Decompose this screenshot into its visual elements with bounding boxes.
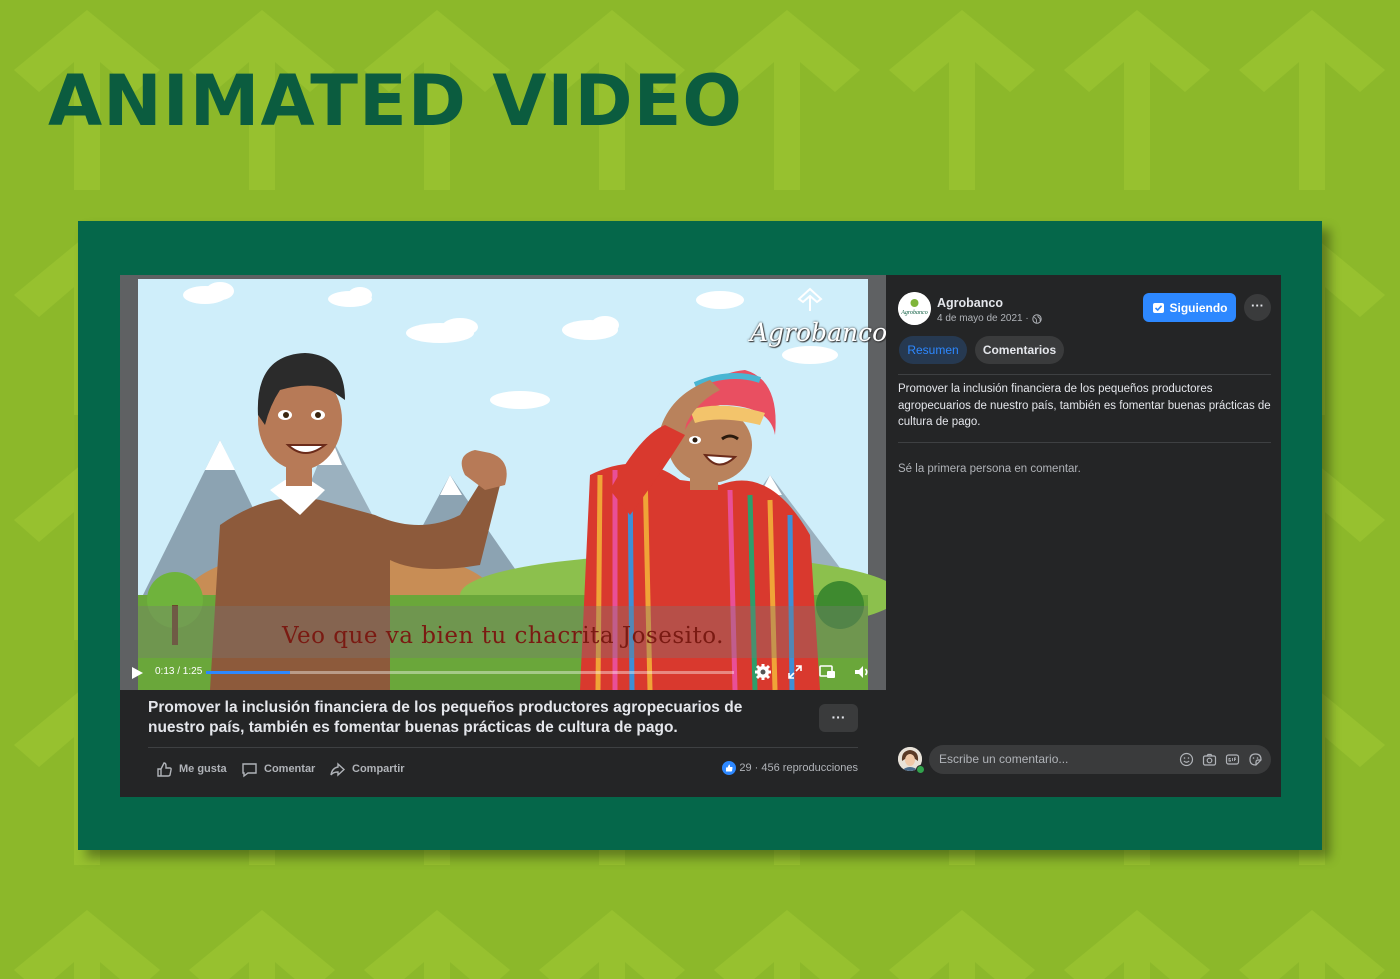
play-icon[interactable] bbox=[132, 667, 143, 679]
agrobanco-leaf-icon bbox=[797, 287, 823, 311]
expand-icon[interactable] bbox=[786, 663, 804, 681]
page-avatar[interactable]: Agrobanco bbox=[898, 292, 931, 325]
share-label: Compartir bbox=[352, 763, 405, 775]
empty-comments-message: Sé la primera persona en comentar. bbox=[898, 463, 1081, 475]
camera-icon[interactable] bbox=[1202, 752, 1217, 767]
divider bbox=[898, 374, 1271, 375]
tab-comentarios[interactable]: Comentarios bbox=[975, 336, 1064, 364]
post-description: Promover la inclusión financiera de los … bbox=[148, 699, 743, 736]
agrobanco-logo-text: Agrobanco bbox=[750, 318, 886, 347]
comment-input[interactable]: Escribe un comentario... bbox=[939, 752, 1068, 766]
page-title: ANIMATED VIDEO bbox=[48, 60, 743, 142]
globe-icon bbox=[1032, 313, 1042, 324]
sticker-icon[interactable] bbox=[1248, 752, 1263, 767]
following-check-icon bbox=[1152, 303, 1164, 313]
tab-resumen[interactable]: Resumen bbox=[899, 336, 967, 364]
post-date-text: 4 de mayo de 2021 · bbox=[937, 313, 1029, 324]
video-player[interactable]: Agrobanco Veo que va bien tu chacrita Jo… bbox=[120, 275, 886, 690]
post-sidebar: Agrobanco Agrobanco 4 de mayo de 2021 · … bbox=[886, 275, 1281, 797]
page-name[interactable]: Agrobanco bbox=[937, 296, 1003, 310]
video-column: Agrobanco Veo que va bien tu chacrita Jo… bbox=[120, 275, 886, 797]
sidebar-more-button[interactable]: ··· bbox=[1244, 294, 1271, 321]
like-button[interactable]: Me gusta bbox=[156, 759, 227, 779]
share-icon bbox=[330, 761, 346, 777]
post-date[interactable]: 4 de mayo de 2021 · bbox=[937, 313, 1042, 324]
comment-input-box[interactable]: Escribe un comentario... bbox=[929, 745, 1271, 774]
emoji-icon[interactable] bbox=[1179, 752, 1194, 767]
following-button[interactable]: Siguiendo bbox=[1143, 293, 1236, 322]
video-progress-fill bbox=[206, 671, 291, 674]
settings-icon[interactable] bbox=[754, 663, 772, 681]
likes-count[interactable]: 29 bbox=[739, 762, 751, 774]
video-progress-bar[interactable] bbox=[206, 671, 734, 674]
like-reaction-icon bbox=[722, 761, 737, 775]
following-label: Siguiendo bbox=[1169, 300, 1228, 315]
thumbs-up-icon bbox=[157, 761, 172, 777]
facebook-video-post: Agrobanco Veo que va bien tu chacrita Jo… bbox=[120, 275, 1281, 797]
video-subtitle: Veo que va bien tu chacrita Josesito. bbox=[282, 623, 724, 649]
online-status-dot bbox=[916, 765, 925, 774]
agrobanco-watermark-logo: Agrobanco bbox=[750, 287, 886, 347]
comment-label: Comentar bbox=[264, 763, 316, 775]
divider bbox=[898, 442, 1271, 443]
agrobanco-avatar-logo: Agrobanco bbox=[898, 292, 931, 325]
video-frame: Agrobanco Veo que va bien tu chacrita Jo… bbox=[78, 221, 1322, 850]
volume-icon[interactable] bbox=[853, 663, 871, 681]
avatar-text: Agrobanco bbox=[900, 310, 927, 316]
comment-icon bbox=[242, 762, 257, 777]
views-count: · 456 reproducciones bbox=[754, 762, 858, 774]
like-label: Me gusta bbox=[179, 763, 227, 775]
video-time: 0:13 / 1:25 bbox=[155, 666, 203, 677]
post-more-button[interactable]: ··· bbox=[819, 704, 858, 732]
divider bbox=[148, 747, 858, 748]
video-controls: 0:13 / 1:25 bbox=[120, 658, 886, 688]
picture-in-picture-icon[interactable] bbox=[818, 663, 836, 681]
comment-button[interactable]: Comentar bbox=[241, 759, 315, 779]
gif-icon[interactable] bbox=[1225, 752, 1240, 767]
post-stats: 29 · 456 reproducciones bbox=[722, 761, 858, 775]
sidebar-description: Promover la inclusión financiera de los … bbox=[898, 383, 1271, 428]
share-button[interactable]: Compartir bbox=[329, 759, 405, 779]
